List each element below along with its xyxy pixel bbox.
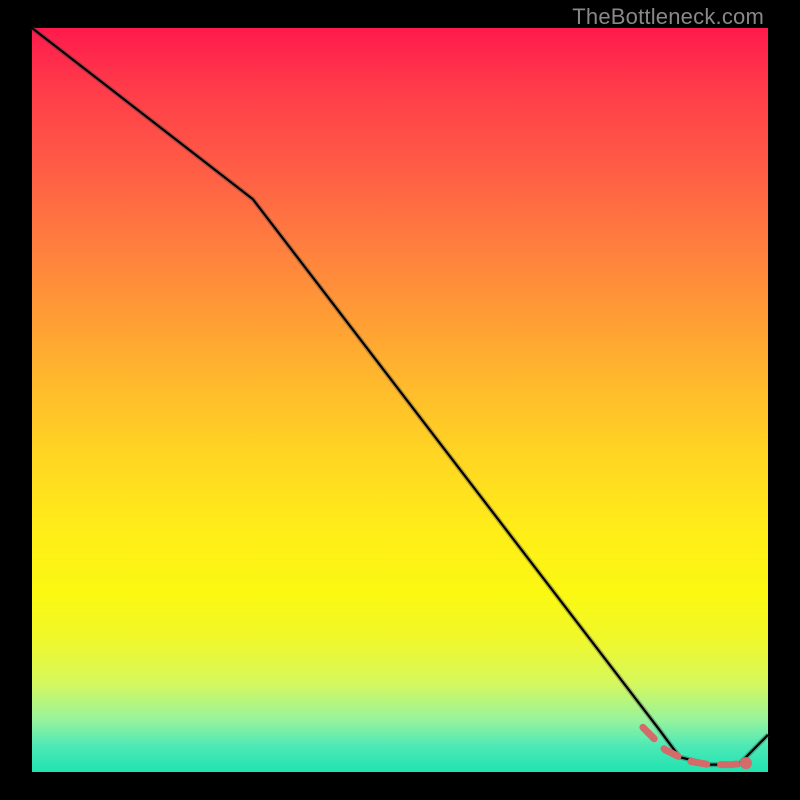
end-dot [740,757,752,769]
chart-stage: TheBottleneck.com [0,0,800,800]
watermark-text: TheBottleneck.com [572,4,764,30]
highlighted-range-dashed [643,727,746,764]
plot-area [32,28,768,772]
bottleneck-curve-shadow [32,28,768,765]
chart-svg [32,28,768,772]
bottleneck-curve-line [32,28,768,765]
